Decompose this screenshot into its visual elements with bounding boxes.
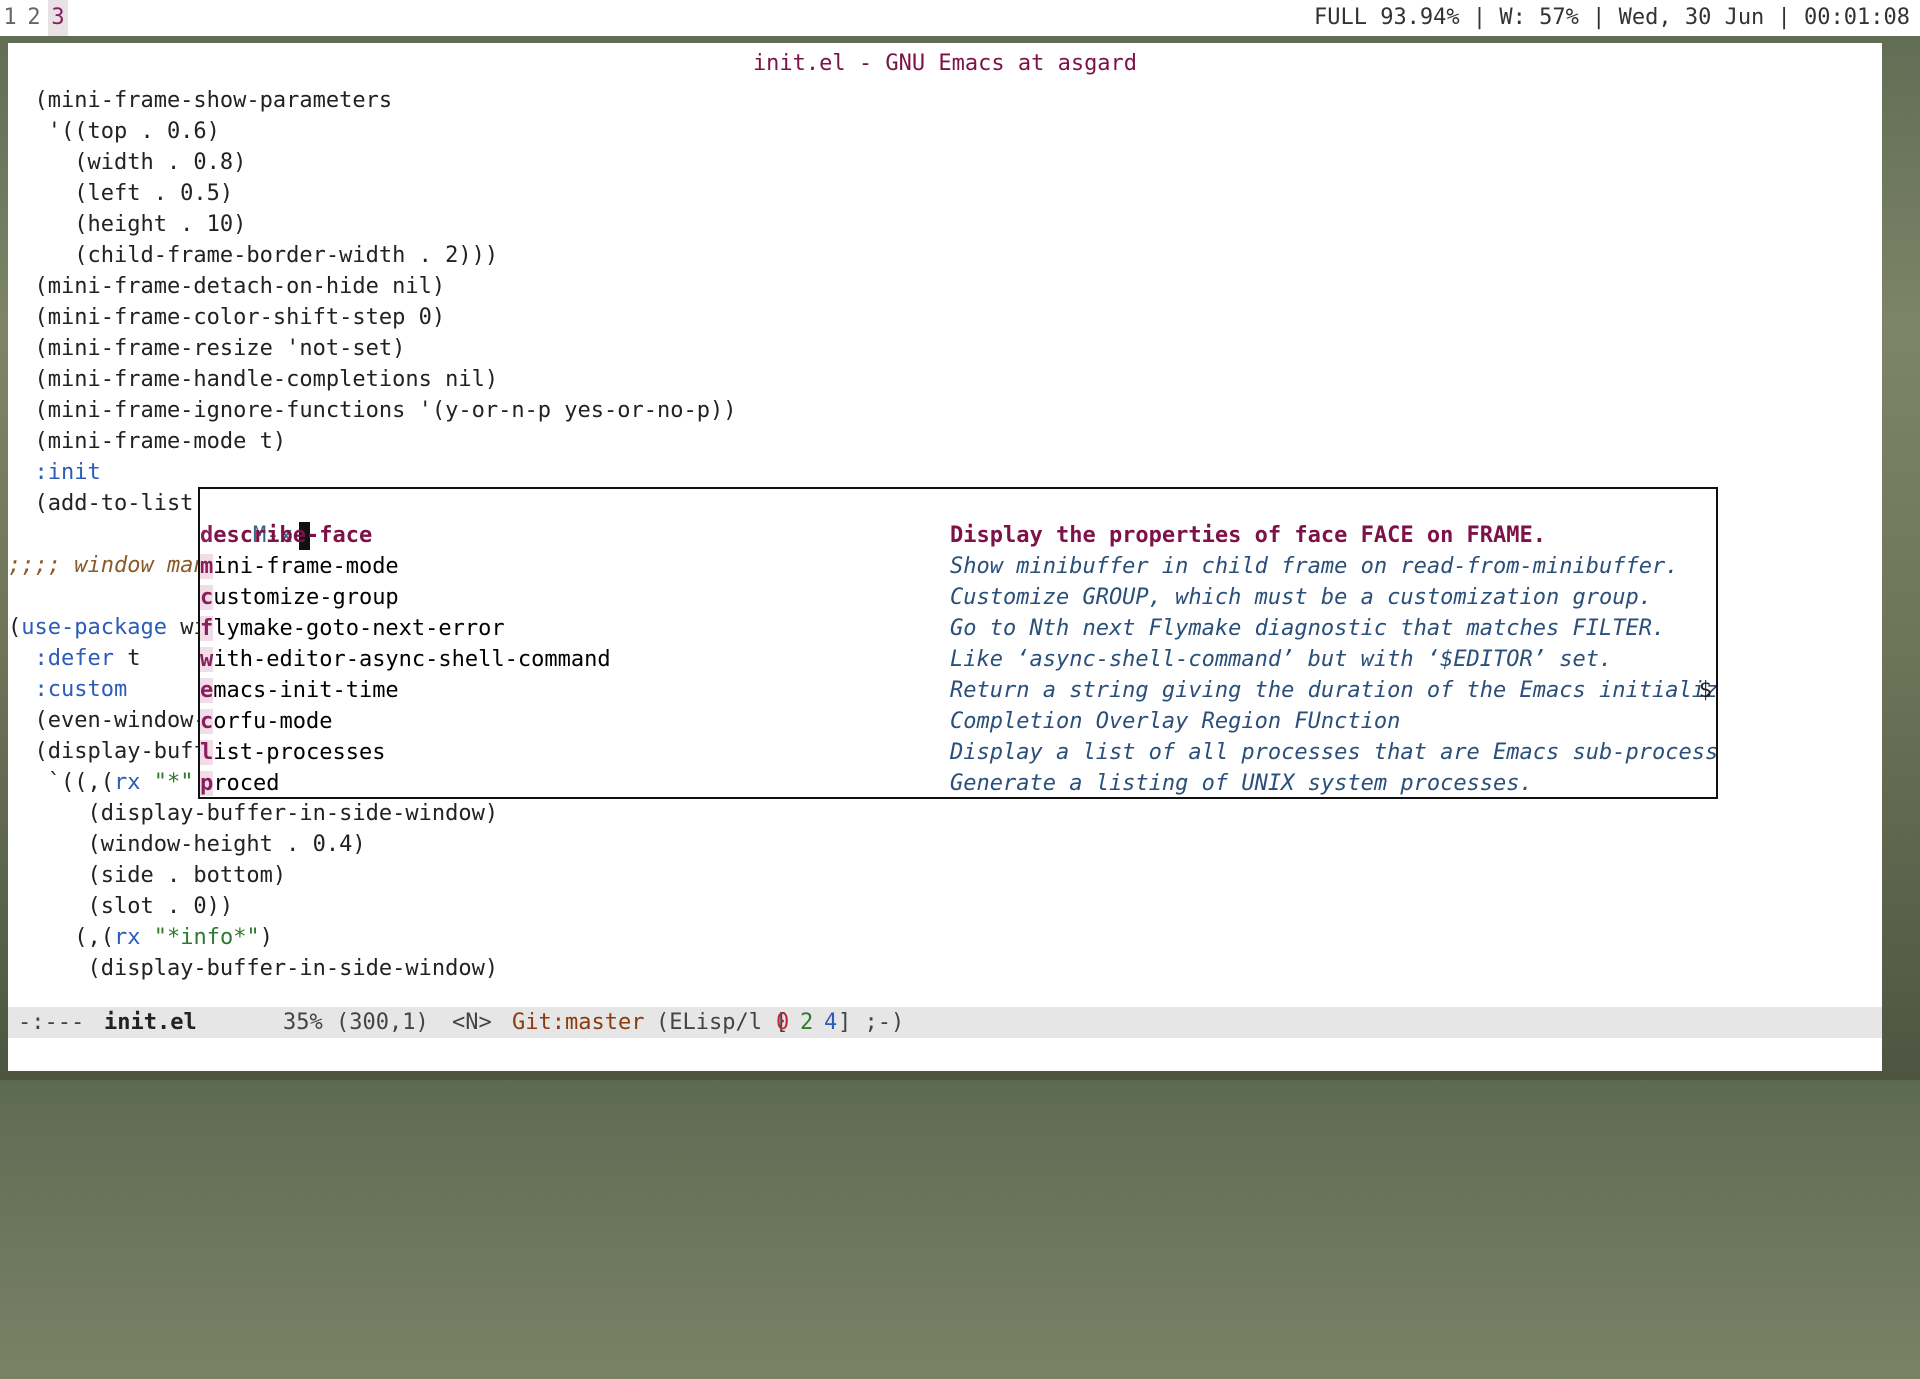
candidate-name: customize-group: [200, 585, 399, 610]
candidate-name: emacs-init-time: [200, 678, 399, 703]
code-line[interactable]: (child-frame-border-width . 2))): [8, 240, 498, 271]
code-line[interactable]: :init: [8, 457, 101, 488]
code-line[interactable]: (mini-frame-detach-on-hide nil): [8, 271, 445, 302]
flymake-warnings: 2: [800, 1010, 814, 1035]
code-line[interactable]: (mini-frame-resize 'not-set): [8, 333, 405, 364]
candidate-docstring: Display a list of all processes that are…: [950, 740, 1718, 765]
completion-candidate[interactable]: describe-face Display the properties of f…: [200, 520, 1716, 551]
completion-candidate[interactable]: emacs-init-time Return a string giving th…: [200, 675, 1716, 706]
code-line[interactable]: (display-buffe: [8, 736, 219, 767]
candidate-docstring: Go to Nth next Flymake diagnostic that m…: [950, 616, 1666, 641]
truncation-marker: $: [1698, 678, 1712, 703]
code-line[interactable]: (even-window-s: [8, 705, 219, 736]
completion-candidate[interactable]: list-processes Display a list of all proc…: [200, 737, 1716, 768]
mode-line: -:--- init.el 35% (300,1) <N> Git:master…: [8, 1007, 1882, 1038]
code-line[interactable]: (left . 0.5): [8, 178, 233, 209]
code-line[interactable]: (slot . 0)): [8, 891, 233, 922]
workspace-3[interactable]: 3: [48, 0, 68, 36]
workspace-2[interactable]: 2: [24, 0, 44, 36]
code-line[interactable]: '((top . 0.6): [8, 116, 220, 147]
code-line[interactable]: (width . 0.8): [8, 147, 246, 178]
buffer-state: -:---: [18, 1010, 85, 1035]
candidate-name: list-processes: [200, 740, 386, 765]
workspace-1[interactable]: 1: [0, 0, 20, 36]
minibuffer-prompt-row[interactable]: M-x: [200, 489, 1716, 550]
candidate-docstring: Completion Overlay Region FUnction: [950, 709, 1401, 734]
code-line[interactable]: (,(rx "*info*"): [8, 922, 273, 953]
buffer-position: 35% (300,1): [283, 1010, 429, 1035]
code-line[interactable]: (display-buffer-in-side-window): [8, 798, 498, 829]
candidate-name: mini-frame-mode: [200, 554, 399, 579]
code-line[interactable]: (side . bottom): [8, 860, 286, 891]
code-line[interactable]: ;;;; window mana: [8, 550, 220, 581]
code-line[interactable]: (mini-frame-color-shift-step 0): [8, 302, 445, 333]
completion-candidate[interactable]: with-editor-async-shell-command Like ‘asy…: [200, 644, 1716, 675]
vc-branch[interactable]: Git:master: [512, 1007, 644, 1038]
code-line[interactable]: (display-buffer-in-side-window): [8, 953, 498, 984]
candidate-name: with-editor-async-shell-command: [200, 647, 611, 672]
candidate-docstring: Like ‘async-shell-command’ but with ‘$ED…: [950, 647, 1613, 672]
code-line[interactable]: (use-package win: [8, 612, 220, 643]
code-line[interactable]: (mini-frame-mode t): [8, 426, 286, 457]
flymake-errors: 0: [776, 1010, 790, 1035]
major-mode[interactable]: (ELisp/l [: [656, 1007, 788, 1038]
evil-state: <N>: [452, 1010, 492, 1035]
window-title: init.el - GNU Emacs at asgard: [8, 43, 1882, 83]
candidate-name: corfu-mode: [200, 709, 333, 734]
candidate-name: flymake-goto-next-error: [200, 616, 505, 641]
completion-candidate[interactable]: proced Generate a listing of UNIX system …: [200, 768, 1716, 797]
code-line[interactable]: (mini-frame-handle-completions nil): [8, 364, 498, 395]
completion-candidate[interactable]: customize-group Customize GROUP, which mu…: [200, 582, 1716, 613]
code-line[interactable]: (mini-frame-ignore-functions '(y-or-n-p …: [8, 395, 736, 426]
candidate-docstring: Customize GROUP, which must be a customi…: [950, 585, 1652, 610]
candidate-name: proced: [200, 771, 280, 796]
mode-close: ] ;-): [838, 1010, 905, 1035]
candidate-docstring: Return a string giving the duration of t…: [950, 678, 1718, 703]
mini-frame-popup[interactable]: M-x describe-face Display the properties …: [198, 487, 1718, 799]
code-line[interactable]: (height . 10): [8, 209, 246, 240]
completion-candidate[interactable]: flymake-goto-next-error Go to Nth next Fl…: [200, 613, 1716, 644]
code-line[interactable]: (add-to-list ': [8, 488, 219, 519]
code-line[interactable]: (mini-frame-show-parameters: [8, 85, 392, 116]
top-status-bar: 1 2 3 FULL 93.94% | W: 57% | Wed, 30 Jun…: [0, 0, 1920, 36]
code-line[interactable]: (window-height . 0.4): [8, 829, 365, 860]
completion-candidate[interactable]: mini-frame-mode Show minibuffer in child …: [200, 551, 1716, 582]
buffer-name[interactable]: init.el: [104, 1007, 197, 1038]
candidate-name: describe-face: [200, 523, 373, 548]
completion-candidate[interactable]: corfu-mode Completion Overlay Region FUnc…: [200, 706, 1716, 737]
code-line[interactable]: :custom: [8, 674, 128, 705]
flymake-notes: 4: [824, 1010, 838, 1035]
code-line[interactable]: :defer t: [8, 643, 141, 674]
candidate-docstring: Display the properties of face FACE on F…: [950, 523, 1547, 548]
candidate-docstring: Show minibuffer in child frame on read-f…: [950, 554, 1679, 579]
candidate-docstring: Generate a listing of UNIX system proces…: [950, 771, 1533, 796]
system-status: FULL 93.94% | W: 57% | Wed, 30 Jun | 00:…: [1313, 5, 1910, 30]
